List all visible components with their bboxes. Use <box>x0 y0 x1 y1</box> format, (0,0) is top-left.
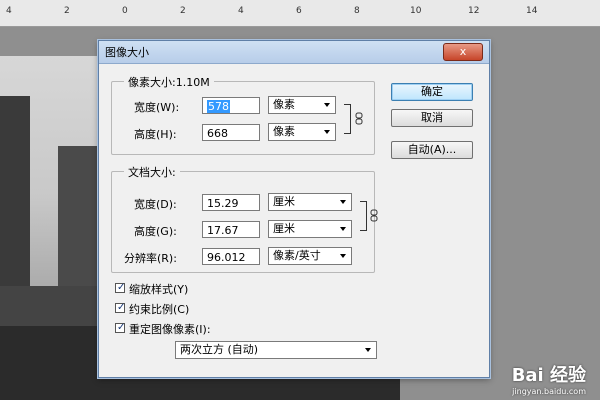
doc-height-value: 17.67 <box>207 224 239 237</box>
doc-height-unit-select[interactable]: 厘米 <box>268 220 352 238</box>
ok-button[interactable]: 确定 <box>391 83 473 101</box>
constrain-proportions-label: 约束比例(C) <box>129 303 190 316</box>
scale-styles-label: 缩放样式(Y) <box>129 283 189 296</box>
checkmark-icon: ✓ <box>117 302 126 313</box>
dialog-titlebar: 图像大小 x <box>99 41 489 64</box>
resolution-unit-select[interactable]: 像素/英寸 <box>268 247 352 265</box>
ruler-label: 0 <box>122 6 128 16</box>
close-button[interactable]: x <box>443 43 483 61</box>
pixel-height-value: 668 <box>207 127 228 140</box>
ruler-label: 2 <box>180 6 186 16</box>
horizontal-ruler: 4 2 0 2 4 6 8 10 12 14 <box>0 0 600 27</box>
resample-method-select[interactable]: 两次立方 (自动) <box>175 341 377 359</box>
resolution-value: 96.012 <box>207 251 246 264</box>
link-bracket <box>344 104 351 134</box>
pixel-height-unit-select[interactable]: 像素 <box>268 123 336 141</box>
dialog-title: 图像大小 <box>105 46 149 59</box>
ruler-label: 4 <box>238 6 244 16</box>
resample-method-value: 两次立方 (自动) <box>180 343 259 356</box>
doc-width-label: 宽度(D): <box>134 198 177 211</box>
chevron-down-icon <box>324 103 330 107</box>
doc-width-unit: 厘米 <box>273 195 295 208</box>
doc-height-unit: 厘米 <box>273 222 295 235</box>
resample-label: 重定图像像素(I): <box>129 323 211 336</box>
cancel-button[interactable]: 取消 <box>391 109 473 127</box>
watermark-sub: jingyan.baidu.com <box>512 387 586 396</box>
link-bracket <box>360 201 367 231</box>
pixel-height-input[interactable]: 668 <box>202 124 260 141</box>
chevron-down-icon <box>324 130 330 134</box>
chevron-down-icon <box>365 348 371 352</box>
baidu-watermark: Bai 经验 jingyan.baidu.com <box>512 361 586 396</box>
image-size-dialog: 图像大小 x 像素大小:1.10M 宽度(W): 578 像素 高度(H): 6… <box>98 40 490 378</box>
checkmark-icon: ✓ <box>117 282 126 293</box>
checkmark-icon: ✓ <box>117 322 126 333</box>
pixel-height-unit: 像素 <box>273 125 295 138</box>
ruler-label: 8 <box>354 6 360 16</box>
pixel-height-label: 高度(H): <box>134 128 177 141</box>
ruler-label: 4 <box>6 6 12 16</box>
ruler-label: 14 <box>526 6 538 16</box>
pixel-width-unit-select[interactable]: 像素 <box>268 96 336 114</box>
ruler-label: 12 <box>468 6 480 16</box>
chevron-down-icon <box>340 254 346 258</box>
doc-width-unit-select[interactable]: 厘米 <box>268 193 352 211</box>
document-size-group: 文档大小: 宽度(D): 15.29 厘米 高度(G): 17.67 厘米 分辨… <box>111 164 378 273</box>
ruler-label: 6 <box>296 6 302 16</box>
ruler-label: 10 <box>410 6 422 16</box>
chain-link-icon <box>355 112 363 125</box>
watermark-text: Bai 经验 <box>511 365 586 386</box>
pixel-size-legend: 像素大小:1.10M <box>124 74 214 90</box>
doc-height-input[interactable]: 17.67 <box>202 221 260 238</box>
constrain-proportions-checkbox[interactable]: ✓ <box>115 302 126 313</box>
auto-button[interactable]: 自动(A)... <box>391 141 473 159</box>
pixel-width-input[interactable]: 578 <box>202 97 260 114</box>
chevron-down-icon <box>340 227 346 231</box>
pixel-width-unit: 像素 <box>273 98 295 111</box>
pixel-width-value: 578 <box>207 100 230 113</box>
doc-width-value: 15.29 <box>207 197 239 210</box>
resolution-unit: 像素/英寸 <box>273 249 321 262</box>
scale-styles-checkbox[interactable]: ✓ <box>115 282 126 293</box>
doc-width-input[interactable]: 15.29 <box>202 194 260 211</box>
document-size-legend: 文档大小: <box>124 164 180 180</box>
chain-link-icon <box>370 209 378 222</box>
ruler-label: 2 <box>64 6 70 16</box>
doc-height-label: 高度(G): <box>134 225 177 238</box>
resolution-label: 分辨率(R): <box>124 252 177 265</box>
resolution-input[interactable]: 96.012 <box>202 248 260 265</box>
resample-checkbox[interactable]: ✓ <box>115 322 126 333</box>
pixel-size-group: 像素大小:1.10M 宽度(W): 578 像素 高度(H): 668 像素 <box>111 74 375 155</box>
pixel-width-label: 宽度(W): <box>134 101 180 114</box>
chevron-down-icon <box>340 200 346 204</box>
